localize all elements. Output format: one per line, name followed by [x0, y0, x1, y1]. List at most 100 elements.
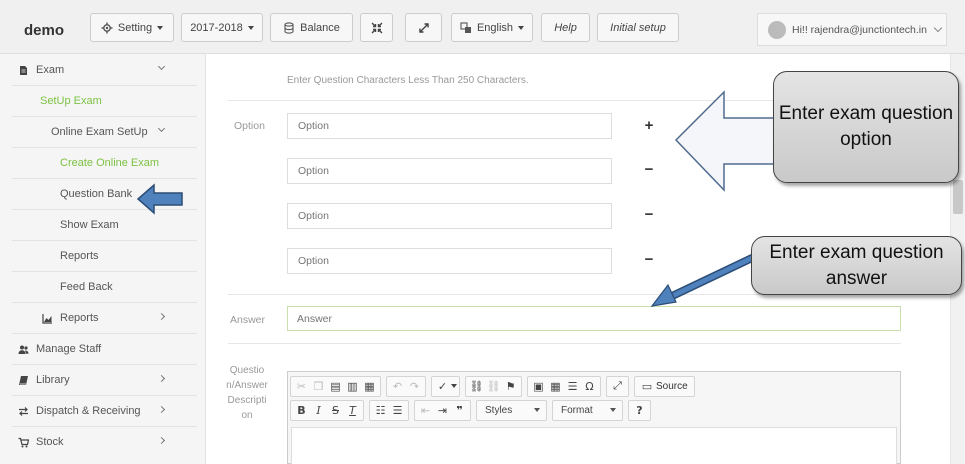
horizontal-line-icon[interactable]: ☰: [564, 378, 581, 395]
add-option-button[interactable]: +: [640, 117, 658, 134]
fullscreen-expand-button[interactable]: [405, 13, 442, 42]
copy-icon[interactable]: ❐: [310, 378, 327, 395]
option-input-2[interactable]: [287, 158, 612, 184]
remove-option-button[interactable]: −: [640, 206, 658, 223]
list-group: ☷ ☰: [369, 399, 409, 421]
divider: [228, 343, 901, 344]
sidebar-item-label: Show Exam: [60, 219, 119, 231]
callout-option: Enter exam question option: [773, 71, 959, 183]
sidebar-item-reports[interactable]: Reports: [0, 303, 190, 333]
paste-word-icon[interactable]: ▦: [361, 378, 378, 395]
format-dropdown[interactable]: Format: [552, 399, 623, 421]
description-label: Question/Answer Description: [226, 365, 268, 421]
spellcheck-icon[interactable]: ✓: [434, 378, 451, 395]
blockquote-icon[interactable]: ❞: [451, 402, 468, 419]
cart-icon: [16, 435, 30, 449]
sidebar-item-label: SetUp Exam: [40, 95, 102, 107]
sidebar-item-exam[interactable]: Exam: [0, 55, 190, 85]
table-icon[interactable]: ▦: [547, 378, 564, 395]
sidebar-item-library[interactable]: Library: [0, 365, 190, 395]
cut-icon[interactable]: ✂: [293, 378, 310, 395]
source-icon: ▭: [641, 379, 653, 393]
expand-icon: [418, 22, 429, 33]
sidebar-item-stock[interactable]: Stock: [0, 427, 190, 457]
scrollbar-thumb[interactable]: [953, 180, 963, 214]
maximize-icon[interactable]: ⤢: [609, 378, 626, 395]
styles-dropdown[interactable]: Styles: [476, 399, 547, 421]
users-icon: [16, 342, 30, 356]
sidebar-item-reports-sub[interactable]: Reports: [0, 241, 190, 271]
sidebar-item-label: Dispatch & Receiving: [36, 405, 141, 417]
sidebar-item-label: Stock: [36, 436, 64, 448]
special-char-icon[interactable]: Ω: [581, 378, 598, 395]
option-label: Option: [234, 120, 265, 132]
question-length-hint: Enter Question Characters Less Than 250 …: [287, 75, 529, 86]
sidebar-item-online-exam-setup[interactable]: Online Exam SetUp: [0, 117, 190, 147]
option-input-4[interactable]: [287, 248, 612, 274]
sidebar: Exam SetUp Exam Online Exam SetUp Create…: [0, 54, 206, 464]
paste-icon[interactable]: ▤: [327, 378, 344, 395]
editor-help-button[interactable]: ?: [631, 402, 648, 419]
exchange-icon: [16, 404, 30, 418]
sidebar-item-feed-back[interactable]: Feed Back: [0, 272, 190, 302]
book-icon: [16, 373, 30, 387]
sidebar-item-label: Feed Back: [60, 281, 113, 293]
option-input-3[interactable]: [287, 203, 612, 229]
gear-icon: [101, 22, 113, 33]
compress-icon: [371, 22, 382, 33]
setting-dropdown[interactable]: Setting: [90, 13, 174, 42]
sidebar-item-dispatch-receiving[interactable]: Dispatch & Receiving: [0, 396, 190, 426]
brand-name: demo: [24, 22, 65, 39]
remove-format-icon[interactable]: T: [344, 402, 361, 419]
image-icon[interactable]: ▣: [530, 378, 547, 395]
redo-icon[interactable]: ↷: [406, 378, 423, 395]
editor-content-area[interactable]: [291, 427, 897, 464]
sidebar-item-label: Create Online Exam: [60, 157, 160, 169]
sidebar-item-label: Manage Staff: [36, 343, 102, 355]
bulleted-list-icon[interactable]: ☰: [389, 402, 406, 419]
translate-icon: [460, 21, 471, 33]
format-label: Format: [561, 404, 593, 416]
caret-down-icon[interactable]: [451, 384, 457, 388]
paste-text-icon[interactable]: ▥: [344, 378, 361, 395]
chevron-down-icon: [933, 23, 943, 33]
sidebar-item-setup-exam[interactable]: SetUp Exam: [0, 86, 190, 116]
option-input-1[interactable]: [287, 113, 612, 139]
link-icon[interactable]: ⛓: [468, 378, 485, 395]
bold-icon[interactable]: B: [293, 402, 310, 419]
anchor-flag-icon[interactable]: ⚑: [502, 378, 519, 395]
year-dropdown[interactable]: 2017-2018: [181, 13, 263, 42]
editor-toolbar-row-2: B I S T ☷ ☰ ⇤ ⇥ ❞ Styles Format ?: [290, 399, 654, 421]
balance-button[interactable]: Balance: [270, 13, 353, 42]
unlink-icon[interactable]: ⛓: [485, 378, 502, 395]
sidebar-item-manage-staff[interactable]: Manage Staff: [0, 334, 190, 364]
help-button[interactable]: Help: [541, 13, 590, 42]
chevron-right-icon: [157, 312, 166, 321]
history-group: ↶ ↷: [386, 375, 426, 397]
year-label: 2017-2018: [190, 21, 243, 34]
language-label: English: [476, 21, 514, 34]
initial-setup-label: Initial setup: [610, 21, 666, 34]
sidebar-item-create-online-exam[interactable]: Create Online Exam: [0, 148, 190, 178]
file-icon: [16, 63, 30, 77]
undo-icon[interactable]: ↶: [389, 378, 406, 395]
caret-down-icon: [610, 408, 616, 412]
sidebar-item-label: Exam: [36, 64, 65, 76]
source-button[interactable]: ▭ Source: [634, 375, 695, 397]
fullscreen-compress-button[interactable]: [360, 13, 393, 42]
source-label: Source: [656, 380, 688, 392]
numbered-list-icon[interactable]: ☷: [372, 402, 389, 419]
outdent-icon[interactable]: ⇤: [417, 402, 434, 419]
remove-option-button[interactable]: −: [640, 251, 658, 268]
user-menu[interactable]: Hi!! rajendra@junctiontech.in: [757, 13, 947, 46]
language-dropdown[interactable]: English: [451, 13, 533, 42]
indent-icon[interactable]: ⇥: [434, 402, 451, 419]
initial-setup-button[interactable]: Initial setup: [597, 13, 679, 42]
remove-option-button[interactable]: −: [640, 161, 658, 178]
sidebar-item-label: Online Exam SetUp: [51, 126, 148, 138]
chevron-down-icon: [157, 124, 166, 133]
strikethrough-icon[interactable]: S: [327, 402, 344, 419]
top-navbar: demo Setting 2017-2018 Balance English H…: [0, 0, 965, 54]
answer-input[interactable]: [287, 306, 901, 331]
italic-icon[interactable]: I: [310, 402, 327, 419]
